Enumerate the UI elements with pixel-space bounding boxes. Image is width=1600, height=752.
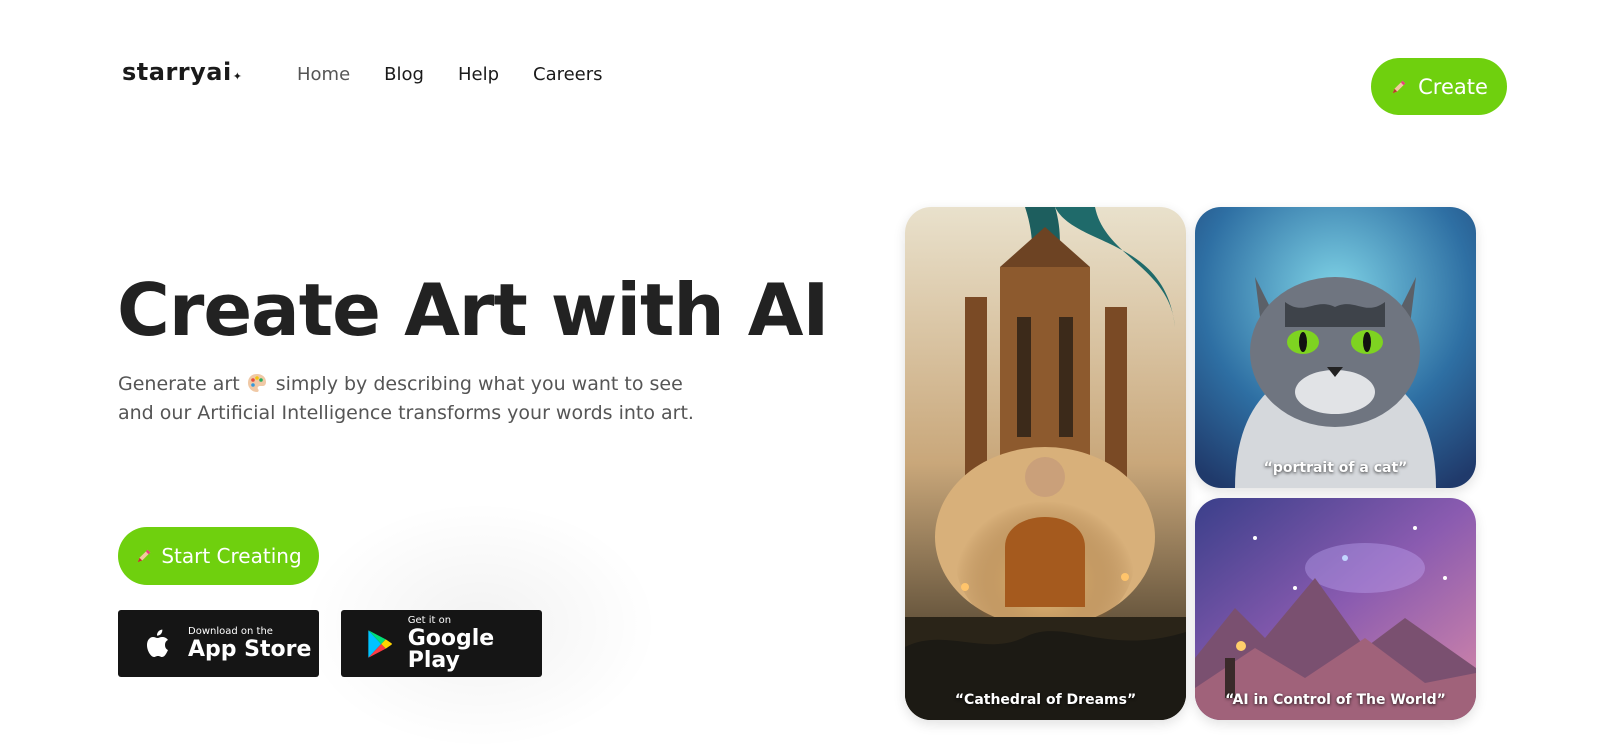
pencil-icon: [138, 549, 151, 563]
google-play-small: Get it on: [407, 614, 452, 626]
hero-subtitle-part2: simply by describing what you want to se…: [275, 373, 683, 395]
apple-icon: [147, 629, 168, 657]
space-caption: “AI in Control of The World”: [1225, 692, 1446, 708]
space-art-card[interactable]: “AI in Control of The World”: [1195, 498, 1476, 720]
cat-artwork: [1195, 207, 1476, 488]
app-store-big: App Store: [188, 636, 312, 662]
start-creating-button[interactable]: Start Creating: [118, 527, 319, 585]
pencil-icon: [1392, 80, 1406, 93]
app-store-button[interactable]: Download on the App Store: [118, 610, 319, 677]
cathedral-artwork: [905, 207, 1186, 720]
nav-blog[interactable]: Blog: [384, 64, 424, 85]
cathedral-art-card[interactable]: “Cathedral of Dreams”: [905, 207, 1186, 720]
google-play-icon: [368, 629, 392, 658]
nav-help[interactable]: Help: [458, 64, 499, 85]
app-store-text: Download on the App Store: [188, 625, 312, 662]
nav-careers[interactable]: Careers: [533, 64, 603, 85]
cat-art-card[interactable]: “portrait of a cat”: [1195, 207, 1476, 488]
google-play-button[interactable]: Get it on Google Play: [341, 610, 542, 677]
app-store-small: Download on the: [188, 625, 273, 637]
hero-subtitle-part1: Generate art: [118, 373, 240, 395]
hero-title: Create Art with AI: [117, 268, 829, 352]
hero-subtitle-line2: and our Artificial Intelligence transfor…: [118, 402, 694, 424]
create-button[interactable]: Create: [1371, 58, 1507, 115]
hero-subtitle: Generate art simply by describing what y…: [118, 370, 758, 428]
google-play-big: Google Play: [407, 625, 495, 673]
cat-caption: “portrait of a cat”: [1263, 460, 1408, 476]
cathedral-caption: “Cathedral of Dreams”: [954, 692, 1137, 708]
start-creating-label: Start Creating: [161, 544, 302, 568]
space-artwork: [1195, 498, 1476, 720]
palette-icon: [247, 374, 266, 392]
google-play-text: Get it on Google Play: [407, 614, 542, 673]
main-nav: Home Blog Help Careers: [297, 64, 603, 85]
logo-text: starryai: [122, 58, 232, 86]
nav-home[interactable]: Home: [297, 64, 350, 85]
create-button-label: Create: [1418, 74, 1488, 99]
logo[interactable]: starryai✦: [122, 58, 242, 86]
logo-star-icon: ✦: [232, 70, 243, 83]
